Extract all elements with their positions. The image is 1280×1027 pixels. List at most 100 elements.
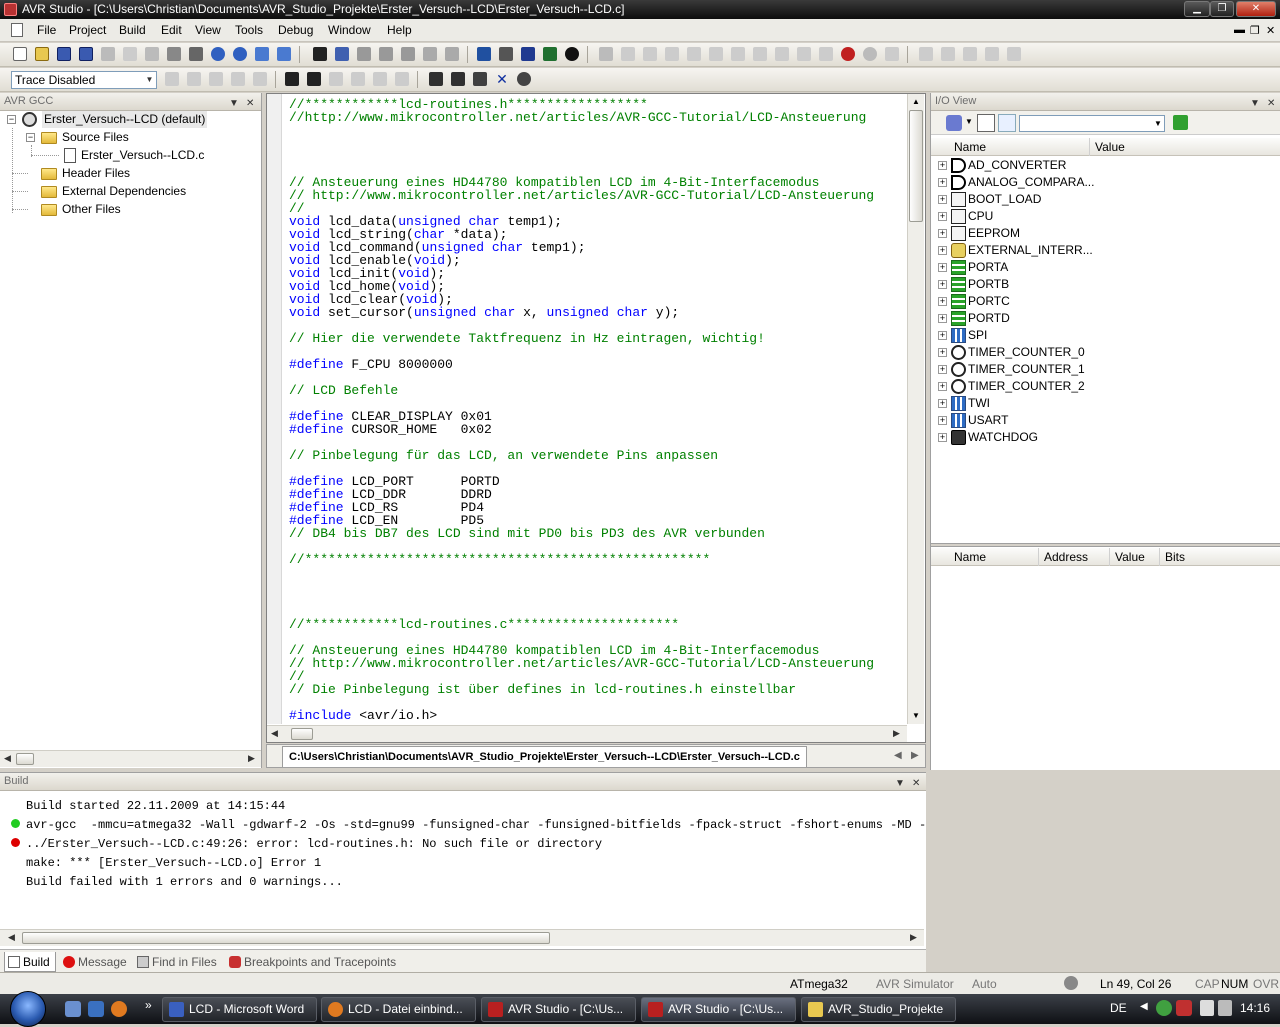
- trace-up-icon[interactable]: [253, 72, 267, 86]
- more-icon[interactable]: »: [145, 998, 152, 1012]
- program-icon[interactable]: [373, 72, 387, 86]
- expand-icon[interactable]: +: [938, 229, 947, 238]
- trace-point-icon[interactable]: [165, 72, 179, 86]
- io-item[interactable]: + WATCHDOG: [931, 429, 1271, 446]
- expand-icon[interactable]: +: [938, 297, 947, 306]
- processor-icon[interactable]: [963, 47, 977, 61]
- tray-expand-icon[interactable]: ◀: [1140, 1001, 1148, 1012]
- step-into-icon[interactable]: [687, 47, 701, 61]
- build-output[interactable]: Build started 22.11.2009 at 14:15:44 avr-…: [26, 797, 941, 892]
- fuse-icon[interactable]: [351, 72, 365, 86]
- collapse-icon[interactable]: −: [26, 133, 35, 142]
- menu-help[interactable]: Help: [387, 23, 412, 37]
- build-hscrollbar[interactable]: ◀ ▶: [0, 929, 924, 946]
- expand-icon[interactable]: +: [938, 365, 947, 374]
- io-item[interactable]: + TWI: [931, 395, 1271, 412]
- source-code[interactable]: //************lcd-routines.h************…: [289, 98, 874, 722]
- redo-icon[interactable]: [233, 47, 247, 61]
- scroll-right-icon[interactable]: ▶: [893, 728, 900, 739]
- col-address[interactable]: Address: [1038, 548, 1088, 566]
- language-indicator[interactable]: DE: [1110, 1001, 1127, 1015]
- tree-item-external-deps[interactable]: External Dependencies: [0, 183, 262, 200]
- grid-plus-icon[interactable]: [451, 72, 465, 86]
- code-editor[interactable]: //************lcd-routines.h************…: [266, 93, 926, 743]
- network-icon[interactable]: [1176, 1000, 1192, 1016]
- bookmark-icon[interactable]: [357, 47, 371, 61]
- filter-icon[interactable]: [946, 115, 962, 131]
- scroll-up-icon[interactable]: ▲: [912, 97, 920, 106]
- io-item[interactable]: + TIMER_COUNTER_2: [931, 378, 1271, 395]
- panel-menu-icon[interactable]: ▼: [895, 775, 905, 792]
- splitter[interactable]: [931, 543, 1280, 547]
- scroll-down-icon[interactable]: ▼: [912, 711, 920, 720]
- step-over-icon[interactable]: [709, 47, 723, 61]
- register-icon[interactable]: [941, 47, 955, 61]
- save-icon[interactable]: [57, 47, 71, 61]
- memory-icon[interactable]: [919, 47, 933, 61]
- expand-icon[interactable]: +: [938, 314, 947, 323]
- grid-edit-icon[interactable]: [473, 72, 487, 86]
- mdi-close-icon[interactable]: ✕: [1266, 24, 1275, 37]
- menu-window[interactable]: Window: [328, 23, 371, 37]
- copy-icon[interactable]: [123, 47, 137, 61]
- io-item[interactable]: + TIMER_COUNTER_1: [931, 361, 1271, 378]
- col-value[interactable]: Value: [1109, 548, 1145, 566]
- scroll-right-icon[interactable]: ▶: [248, 753, 255, 764]
- io-item[interactable]: + ANALOG_COMPARA...: [931, 174, 1271, 191]
- new-file-icon[interactable]: [13, 47, 27, 61]
- tree-item-other-files[interactable]: Other Files: [0, 201, 262, 218]
- menu-edit[interactable]: Edit: [161, 23, 182, 37]
- task-explorer[interactable]: AVR_Studio_Projekte: [801, 997, 956, 1022]
- io-item[interactable]: + EXTERNAL_INTERR...: [931, 242, 1271, 259]
- scroll-right-icon[interactable]: ▶: [910, 932, 917, 943]
- expand-icon[interactable]: +: [938, 195, 947, 204]
- expand-icon[interactable]: +: [938, 178, 947, 187]
- expand-icon[interactable]: +: [938, 212, 947, 221]
- trace-down-icon[interactable]: [231, 72, 245, 86]
- print-icon[interactable]: [167, 47, 181, 61]
- cut-icon[interactable]: [101, 47, 115, 61]
- io-item[interactable]: + USART: [931, 412, 1271, 429]
- start-button[interactable]: [10, 991, 46, 1027]
- gear-icon[interactable]: [517, 72, 531, 86]
- io-item[interactable]: + BOOT_LOAD: [931, 191, 1271, 208]
- close-button[interactable]: ✕: [1236, 1, 1276, 17]
- panel-menu-icon[interactable]: ▼: [229, 95, 239, 112]
- expand-icon[interactable]: +: [938, 246, 947, 255]
- expand-icon[interactable]: +: [938, 433, 947, 442]
- step-out-icon[interactable]: [731, 47, 745, 61]
- tree-item-project[interactable]: − Erster_Versuch--LCD (default): [0, 111, 262, 128]
- task-firefox[interactable]: LCD - Datei einbind...: [321, 997, 476, 1022]
- build-line[interactable]: ../Erster_Versuch--LCD.c:49:26: error: l…: [26, 835, 941, 854]
- col-name[interactable]: Name: [954, 548, 986, 566]
- io-item[interactable]: + PORTD: [931, 310, 1271, 327]
- avr-icon[interactable]: [307, 72, 321, 86]
- braces-icon[interactable]: [797, 47, 811, 61]
- reset-icon[interactable]: [665, 47, 679, 61]
- clock[interactable]: 14:16: [1240, 1001, 1270, 1015]
- build-icon[interactable]: [477, 47, 491, 61]
- collapse-icon[interactable]: −: [7, 115, 16, 124]
- editor-tab[interactable]: C:\Users\Christian\Documents\AVR_Studio_…: [282, 746, 807, 767]
- editor-hscrollbar[interactable]: ◀ ▶: [267, 725, 907, 742]
- trace-clear-icon[interactable]: [209, 72, 223, 86]
- expand-icon[interactable]: +: [938, 263, 947, 272]
- editor-vscrollbar[interactable]: ▲ ▼: [907, 94, 924, 724]
- scroll-left-icon[interactable]: ◀: [4, 753, 11, 764]
- io-view-icon[interactable]: [985, 47, 999, 61]
- auto-icon[interactable]: [395, 72, 409, 86]
- run-to-cursor-icon[interactable]: [753, 47, 767, 61]
- expand-icon[interactable]: +: [938, 331, 947, 340]
- menu-project[interactable]: Project: [69, 23, 106, 37]
- show-desktop-icon[interactable]: [65, 1001, 81, 1017]
- expand-icon[interactable]: +: [938, 161, 947, 170]
- watch-icon[interactable]: [885, 47, 899, 61]
- tab-message[interactable]: Message: [60, 952, 130, 972]
- menu-view[interactable]: View: [195, 23, 221, 37]
- breakpoint-icon[interactable]: [841, 47, 855, 61]
- task-word[interactable]: LCD - Microsoft Word: [162, 997, 317, 1022]
- expand-icon[interactable]: +: [938, 416, 947, 425]
- col-name[interactable]: Name: [954, 138, 986, 156]
- break-icon[interactable]: [621, 47, 635, 61]
- io-item[interactable]: + PORTA: [931, 259, 1271, 276]
